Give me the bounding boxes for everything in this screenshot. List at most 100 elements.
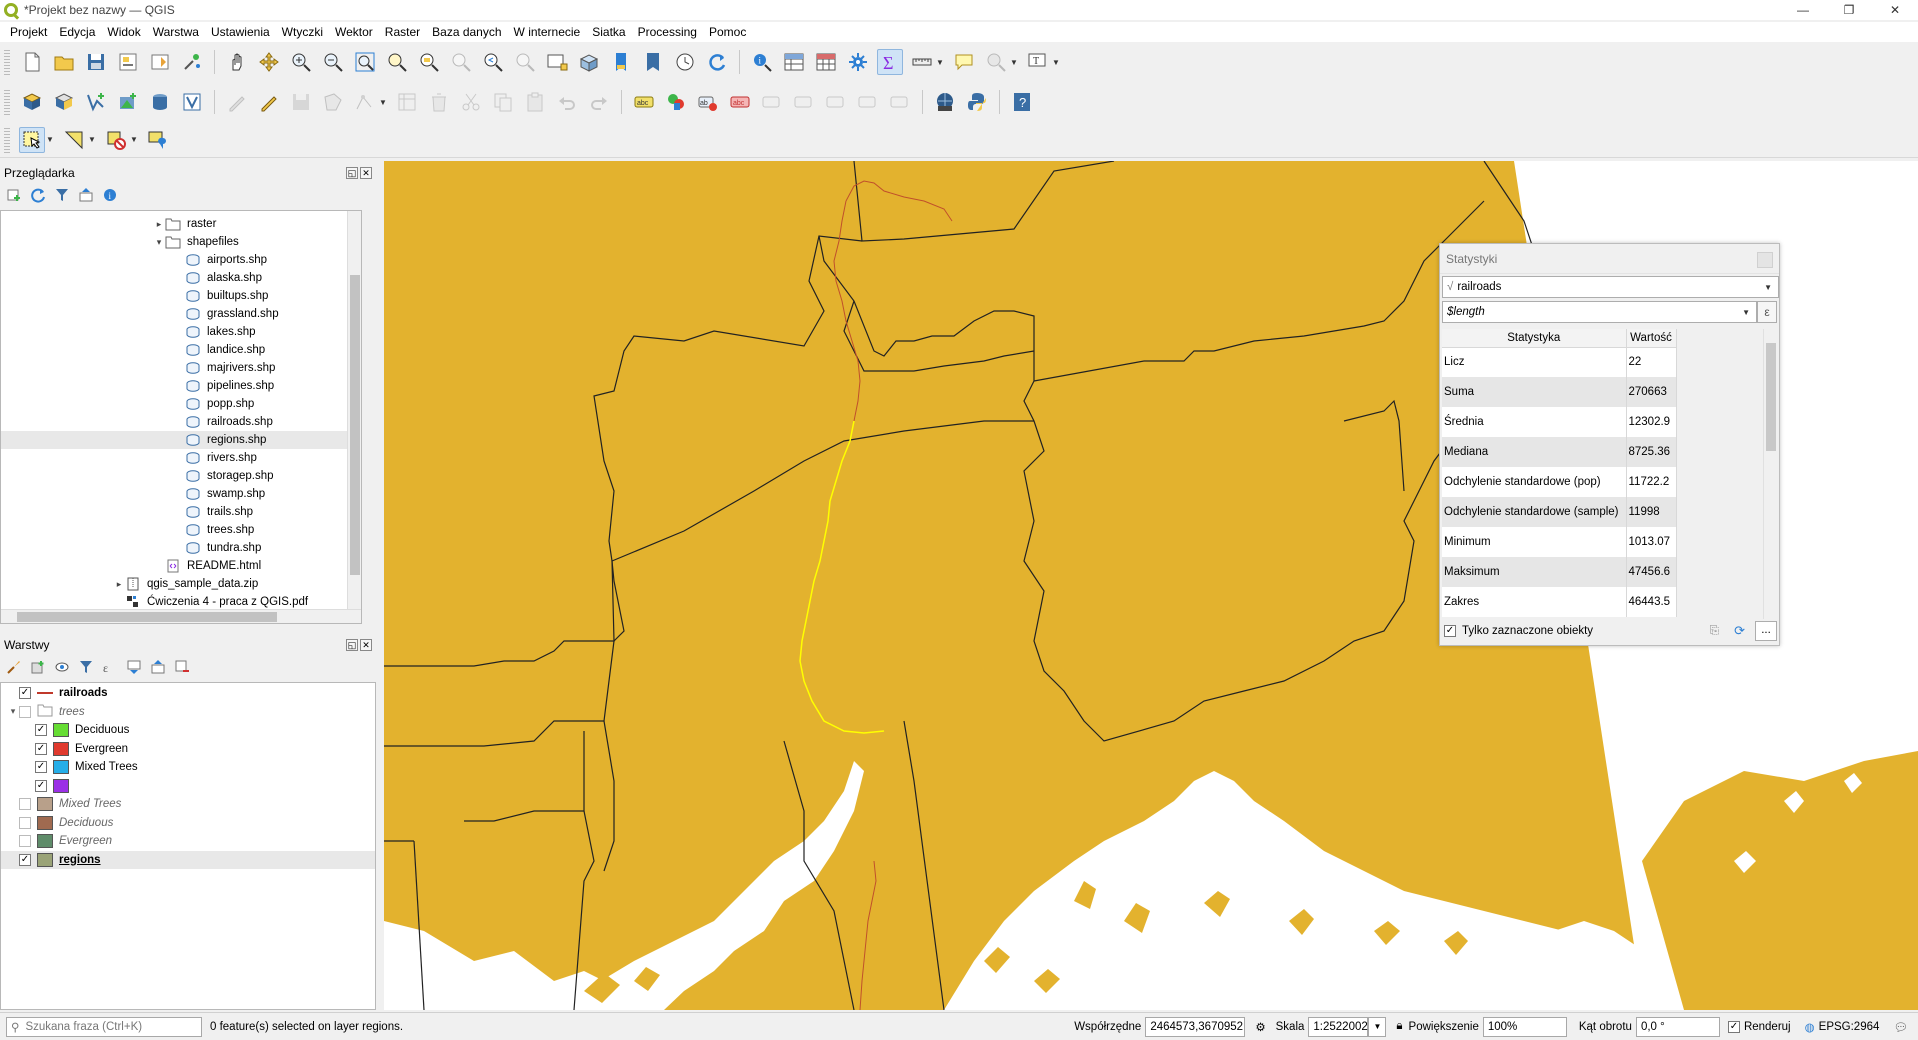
new-map-view-icon[interactable]: [544, 49, 570, 75]
layer-item[interactable]: ✓ railroads: [1, 684, 375, 702]
filter-expression-icon[interactable]: ε: [100, 657, 120, 677]
statistical-summary-icon[interactable]: Σ: [877, 49, 903, 75]
collapse-all-icon[interactable]: [76, 185, 96, 205]
browser-vertical-scrollbar[interactable]: [347, 211, 361, 611]
toolbar-handle[interactable]: [4, 49, 10, 75]
messages-icon[interactable]: 💬︎: [1893, 1020, 1908, 1034]
rotate-label-icon[interactable]: [855, 89, 881, 115]
properties-icon[interactable]: i: [100, 185, 120, 205]
add-raster-layer-icon[interactable]: [115, 89, 141, 115]
menu-baza-danych[interactable]: Baza danych: [426, 25, 507, 39]
browser-item[interactable]: pipelines.shp: [173, 377, 274, 395]
browser-item[interactable]: builtups.shp: [173, 287, 268, 305]
menu-siatka[interactable]: Siatka: [586, 25, 631, 39]
pan-map-icon[interactable]: [224, 49, 250, 75]
browser-item[interactable]: railroads.shp: [173, 413, 273, 431]
add-virtual-layer-icon[interactable]: [179, 89, 205, 115]
help-icon[interactable]: ?: [1009, 89, 1035, 115]
toolbar-handle[interactable]: [4, 89, 10, 115]
menu-widok[interactable]: Widok: [101, 25, 146, 39]
layer-visibility-checkbox[interactable]: ✓: [19, 687, 31, 699]
new-project-icon[interactable]: [19, 49, 45, 75]
layer-visibility-checkbox[interactable]: ✓: [35, 779, 47, 792]
undo-icon[interactable]: [554, 89, 580, 115]
toolbar-handle[interactable]: [4, 126, 10, 153]
map-tips-icon[interactable]: [951, 49, 977, 75]
rotation-field[interactable]: 0,0 °: [1635, 1016, 1720, 1037]
vertex-tool-icon[interactable]: [352, 89, 378, 115]
layout-manager-icon[interactable]: [115, 49, 141, 75]
render-checkbox[interactable]: ✓: [1727, 1020, 1740, 1033]
layer-select[interactable]: √ railroads ▼: [1442, 276, 1779, 298]
browser-item[interactable]: ▾ shapefiles: [153, 233, 239, 251]
field-expression-select[interactable]: $length ▼: [1442, 301, 1757, 323]
browser-item[interactable]: rivers.shp: [173, 449, 257, 467]
statistics-close-button[interactable]: [1757, 252, 1773, 268]
modify-attributes-icon[interactable]: [394, 89, 420, 115]
delete-selected-icon[interactable]: [426, 89, 452, 115]
browser-item[interactable]: storagep.shp: [173, 467, 274, 485]
close-panel-button[interactable]: ✕: [360, 167, 372, 179]
zoom-out-icon[interactable]: [320, 49, 346, 75]
toggle-editing-icon[interactable]: [256, 89, 282, 115]
browser-item[interactable]: landice.shp: [173, 341, 265, 359]
style-manager-icon[interactable]: [179, 49, 205, 75]
close-button[interactable]: ✕: [1872, 0, 1918, 20]
menu-warstwa[interactable]: Warstwa: [147, 25, 205, 39]
save-project-icon[interactable]: [83, 49, 109, 75]
bookmark-new-icon[interactable]: [608, 49, 634, 75]
browser-item[interactable]: swamp.shp: [173, 485, 265, 503]
statistics-scrollbar[interactable]: [1763, 329, 1777, 619]
browser-item[interactable]: airports.shp: [173, 251, 267, 269]
annotation-dropdown-icon[interactable]: ▼: [1010, 58, 1018, 67]
browser-horizontal-scrollbar[interactable]: [1, 609, 361, 623]
select-by-value-icon[interactable]: [61, 127, 87, 153]
expand-arrow-icon[interactable]: ▸: [153, 219, 165, 230]
manage-map-themes-icon[interactable]: [52, 657, 72, 677]
new-layer-icon[interactable]: [51, 89, 77, 115]
zoom-native-icon[interactable]: [448, 49, 474, 75]
layer-visibility-checkbox[interactable]: ✓: [35, 761, 47, 773]
layer-visibility-checkbox[interactable]: [19, 705, 31, 718]
layer-item[interactable]: ✓ Deciduous: [1, 721, 375, 739]
select-dropdown-icon[interactable]: ▼: [46, 135, 54, 144]
new-3d-view-icon[interactable]: [576, 49, 602, 75]
collapse-all-layers-icon[interactable]: [148, 657, 168, 677]
refresh-browser-icon[interactable]: [28, 185, 48, 205]
cut-features-icon[interactable]: [458, 89, 484, 115]
toggle-labels-icon[interactable]: abc: [727, 89, 753, 115]
select-value-dropdown-icon[interactable]: ▼: [88, 135, 96, 144]
browser-item[interactable]: tundra.shp: [173, 539, 261, 557]
filter-legend-icon[interactable]: [76, 657, 96, 677]
measure-dropdown-icon[interactable]: ▼: [936, 58, 944, 67]
layer-visibility-checkbox[interactable]: ✓: [35, 724, 47, 736]
plugin-globe-icon[interactable]: [932, 89, 958, 115]
coordinate-toggle-icon[interactable]: ⚙: [1255, 1020, 1265, 1034]
layer-styling-icon[interactable]: [4, 657, 24, 677]
browser-item[interactable]: trails.shp: [173, 503, 253, 521]
table-row[interactable]: Minimum 1013.07: [1442, 527, 1677, 557]
minimize-button[interactable]: —: [1780, 0, 1826, 20]
open-project-icon[interactable]: [51, 49, 77, 75]
layer-item[interactable]: Mixed Trees: [1, 795, 375, 813]
collapse-arrow-icon[interactable]: ▾: [153, 237, 165, 248]
browser-item[interactable]: majrivers.shp: [173, 359, 275, 377]
menu-raster[interactable]: Raster: [379, 25, 426, 39]
layer-visibility-checkbox[interactable]: [19, 798, 31, 810]
add-spatialite-icon[interactable]: [147, 89, 173, 115]
measure-line-icon[interactable]: [909, 49, 935, 75]
browser-item[interactable]: ▸ raster: [153, 215, 216, 233]
annotation-icon[interactable]: [983, 49, 1009, 75]
current-edits-icon[interactable]: [224, 89, 250, 115]
save-edits-icon[interactable]: [288, 89, 314, 115]
layer-item[interactable]: Evergreen: [1, 832, 375, 850]
add-selected-layers-icon[interactable]: [4, 185, 24, 205]
identify-features-icon[interactable]: i: [749, 49, 775, 75]
zoom-next-icon[interactable]: [512, 49, 538, 75]
print-layout-icon[interactable]: [147, 49, 173, 75]
scale-field[interactable]: 1:2522002: [1308, 1016, 1369, 1037]
table-row[interactable]: Odchylenie standardowe (pop) 11722.2: [1442, 467, 1677, 497]
select-features-icon[interactable]: [19, 126, 45, 153]
browser-item[interactable]: lakes.shp: [173, 323, 256, 341]
pin-label-icon[interactable]: [759, 89, 785, 115]
